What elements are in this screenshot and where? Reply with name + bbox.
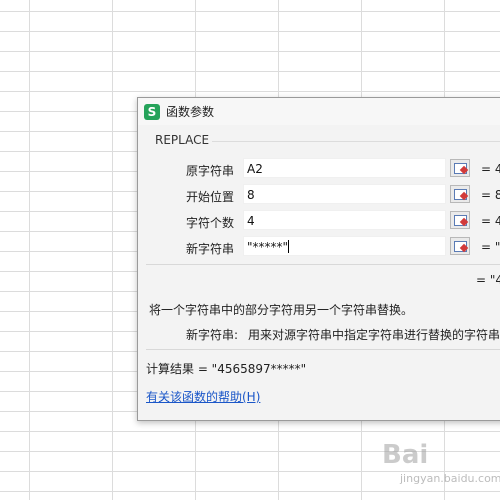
divider (146, 349, 500, 350)
param-desc-name: 新字符串: (186, 328, 239, 342)
new-string-value: "*****" (247, 240, 289, 254)
arg-label: 新字符串 (186, 242, 235, 256)
arg-label: 开始位置 (186, 190, 235, 204)
help-link[interactable]: 有关该函数的帮助(H) (146, 388, 260, 405)
arg-input-original-string[interactable]: A2 (243, 158, 446, 178)
arg-input-new-string[interactable]: "*****" (243, 236, 446, 256)
param-desc-text: 用来对源字符串中指定字符串进行替换的字符串 (248, 328, 500, 342)
arguments-group: REPLACE 原字符串 A2 = 4 开始位置 8 = 8 字符个数 4 = … (146, 128, 500, 260)
text-cursor (288, 240, 290, 253)
arg-row-original-string: 原字符串 A2 = 4 (146, 158, 500, 180)
watermark-logo: Bai (382, 440, 429, 470)
divider (146, 264, 500, 265)
range-select-icon[interactable] (450, 159, 470, 177)
function-arguments-dialog: S 函数参数 REPLACE 原字符串 A2 = 4 开始位置 8 = 8 字符… (137, 97, 500, 421)
arg-row-num-chars: 字符个数 4 = 4 (146, 210, 500, 232)
dialog-title: 函数参数 (166, 105, 215, 119)
function-name: REPLACE (155, 133, 210, 147)
arg-row-new-string: 新字符串 "*****" = " (146, 236, 500, 258)
arg-label: 字符个数 (186, 216, 235, 230)
range-select-icon[interactable] (450, 237, 470, 255)
arg-input-num-chars[interactable]: 4 (243, 210, 446, 230)
range-select-icon[interactable] (450, 185, 470, 203)
arg-result: = 4 (481, 214, 500, 228)
parameter-description: 新字符串: 用来对源字符串中指定字符串进行替换的字符串 (186, 326, 500, 343)
formula-result-preview: = "4 (476, 273, 500, 287)
arg-result: = " (481, 240, 500, 254)
group-border (212, 141, 500, 142)
arg-result: = 4 (481, 162, 500, 176)
function-description: 将一个字符串中的部分字符用另一个字符串替换。 (149, 303, 414, 317)
watermark-text: jingyan.baidu.com (400, 472, 500, 485)
wps-app-icon: S (144, 103, 160, 120)
arg-row-start-position: 开始位置 8 = 8 (146, 184, 500, 206)
arg-label: 原字符串 (186, 164, 235, 178)
range-select-icon[interactable] (450, 211, 470, 229)
arg-result: = 8 (481, 188, 500, 202)
calculation-result: 计算结果 = "4565897*****" (146, 362, 307, 376)
dialog-titlebar[interactable]: S 函数参数 (138, 98, 500, 125)
arg-input-start-position[interactable]: 8 (243, 184, 446, 204)
